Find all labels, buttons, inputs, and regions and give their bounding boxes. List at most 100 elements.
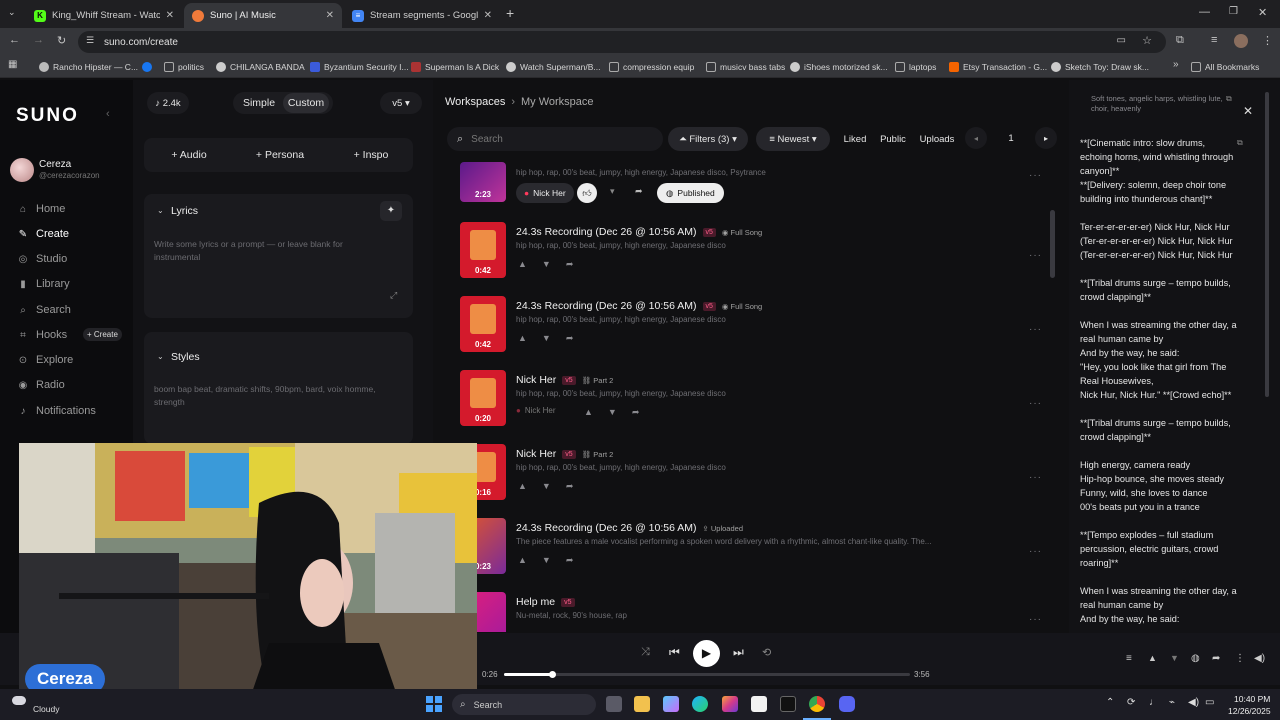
artist-chip[interactable]: ● Nick Her [516, 406, 556, 415]
amazon-icon[interactable] [751, 696, 767, 712]
song-title[interactable]: 24.3s Recording (Dec 26 @ 10:56 AM) [516, 522, 697, 534]
close-icon[interactable]: ✕ [326, 10, 334, 21]
thumbs-down-icon[interactable]: ▼ [1170, 653, 1179, 663]
window-close-icon[interactable]: ✕ [1258, 6, 1267, 19]
share-icon[interactable]: ➦ [1212, 653, 1220, 664]
star-icon[interactable]: ☆ [1142, 34, 1152, 47]
chevron-down-icon[interactable]: ⌄ [157, 206, 164, 215]
share-icon[interactable]: ➦ [566, 333, 574, 344]
song-cover[interactable]: 0:20 [460, 370, 506, 426]
bookmark[interactable]: iShoes motorized sk... [790, 59, 888, 75]
song-cover[interactable]: 0:42 [460, 222, 506, 278]
back-icon[interactable]: ← [9, 34, 20, 46]
network-icon[interactable]: ⌁ [1169, 697, 1175, 708]
sidebar-item-create[interactable]: ✎ Create [18, 228, 69, 240]
bookmark[interactable]: musicv bass tabs [706, 59, 785, 75]
comment-icon[interactable]: ◍ [1191, 653, 1200, 664]
avatar[interactable] [10, 158, 34, 182]
tray-overflow-icon[interactable]: ⌃ [1106, 697, 1114, 708]
song-row[interactable]: 0:42 24.3s Recording (Dec 26 @ 10:56 AM)… [460, 296, 1060, 370]
thumbs-up-icon[interactable]: ▲ [584, 407, 593, 418]
restore-icon[interactable]: ❐ [1229, 6, 1238, 17]
weather-text[interactable]: Cloudy [33, 704, 59, 714]
bookmark[interactable] [142, 59, 152, 75]
queue-icon[interactable]: ≡ [1126, 653, 1132, 664]
sidebar-item-notifications[interactable]: ♪ Notifications [18, 405, 96, 417]
all-bookmarks[interactable]: All Bookmarks [1191, 59, 1259, 75]
cast-icon[interactable]: ▭ [1117, 35, 1126, 46]
profile-avatar[interactable] [1234, 34, 1248, 48]
uploads-filter[interactable]: Uploads [916, 127, 958, 151]
song-title[interactable]: Help me [516, 596, 555, 608]
minimize-icon[interactable]: — [1199, 6, 1210, 18]
thumbs-up-icon[interactable]: ▲ [518, 481, 527, 492]
close-icon[interactable]: ✕ [1243, 104, 1253, 118]
windows-start-icon[interactable] [426, 696, 442, 712]
public-filter[interactable]: Public [875, 127, 911, 151]
search-input[interactable]: ⌕ Search [447, 127, 663, 151]
speaker-icon[interactable]: ◀) [1188, 697, 1199, 708]
progress-track[interactable] [504, 671, 910, 678]
filters-button[interactable]: ⏶ Filters (3) ▾ [668, 127, 748, 151]
thumbs-up-icon[interactable]: ▲ [518, 259, 527, 270]
instagram-icon[interactable] [722, 696, 738, 712]
share-icon[interactable]: ➦ [566, 481, 574, 492]
more-icon[interactable]: ··· [1029, 614, 1042, 625]
bookmark[interactable]: CHILANGA BANDA [216, 59, 305, 75]
published-badge[interactable]: ◍ Published [657, 183, 724, 203]
song-title[interactable]: 24.3s Recording (Dec 26 @ 10:56 AM) [516, 300, 697, 312]
song-cover[interactable]: 0:42 [460, 296, 506, 352]
share-icon[interactable]: ➦ [566, 259, 574, 270]
menu-icon[interactable]: ⋮ [1262, 34, 1273, 47]
new-tab-button[interactable]: + [506, 5, 514, 21]
bookmark[interactable]: Etsy Transaction - G... [949, 59, 1047, 75]
battery-icon[interactable]: ▭ [1205, 697, 1214, 708]
edge-icon[interactable] [692, 696, 708, 712]
discord-icon[interactable] [839, 696, 855, 712]
lyrics-scrollbar[interactable] [1265, 92, 1269, 397]
song-title[interactable]: Nick Her [516, 374, 556, 386]
add-inspo-button[interactable]: + Inspo [341, 145, 401, 165]
more-icon[interactable]: ··· [1029, 170, 1042, 181]
next-icon[interactable]: ⏭ [733, 645, 744, 660]
share-icon[interactable]: ➦ [566, 555, 574, 566]
extensions-icon[interactable]: ⧉ [1176, 34, 1184, 47]
song-row[interactable]: Help me v5 Nu-metal, rock, 90's house, ra… [460, 592, 1060, 632]
chrome-icon[interactable] [809, 696, 825, 712]
artist-chip[interactable]: ● Nick Her [516, 183, 574, 203]
tab-king-whiff[interactable]: K King_Whiff Stream - Watch Live ✕ [26, 3, 182, 28]
task-view-icon[interactable] [606, 696, 622, 712]
mode-simple-tab[interactable]: Simple [237, 93, 281, 113]
bookmark[interactable]: laptops [895, 59, 936, 75]
song-row[interactable]: 0:23 24.3s Recording (Dec 26 @ 10:56 AM)… [460, 518, 1060, 592]
bookmark[interactable]: compression equip [609, 59, 694, 75]
more-icon[interactable]: ··· [1029, 324, 1042, 335]
version-select[interactable]: v5 ▾ [380, 92, 422, 114]
thumbs-down-icon[interactable]: ▼ [542, 555, 551, 566]
song-row[interactable]: 0:16 Nick Her v5 ⛓ Part 2 hip hop, rap, 00… [460, 444, 1060, 518]
collapse-icon[interactable]: ‹ [106, 108, 110, 120]
sidebar-item-hooks[interactable]: ⌗ Hooks [18, 329, 67, 341]
more-icon[interactable]: ··· [1029, 546, 1042, 557]
crumb-workspaces[interactable]: Workspaces [445, 96, 505, 108]
song-row[interactable]: 2:23 hip hop, rap, 00's beat, jumpy, hig… [460, 162, 1060, 208]
clock-date[interactable]: 12/26/2025 [1228, 706, 1271, 716]
thumbs-up-icon[interactable]: ▲ [1148, 653, 1157, 663]
prev-page-button[interactable]: ◂ [965, 127, 987, 149]
song-title[interactable]: 24.3s Recording (Dec 26 @ 10:56 AM) [516, 226, 697, 238]
media-icon[interactable]: ≡ [1211, 34, 1217, 46]
song-row[interactable]: 0:20 Nick Her v5 ⛓ Part 2 hip hop, rap, 00… [460, 370, 1060, 444]
dislike-icon[interactable]: ▾ [610, 186, 615, 197]
sidebar-item-search[interactable]: ⌕ Search [18, 304, 71, 316]
play-button[interactable]: ▶ [693, 640, 720, 667]
lyrics-textarea[interactable]: Write some lyrics or a prompt — or leave… [154, 238, 364, 264]
share-icon[interactable]: ➦ [635, 186, 643, 197]
bookmark[interactable]: Byzantium Security I... [310, 59, 409, 75]
song-title[interactable]: Nick Her [516, 448, 556, 460]
bookmark[interactable]: Superman Is A Dick [411, 59, 499, 75]
overflow-icon[interactable]: » [1173, 59, 1179, 70]
copilot-icon[interactable] [663, 696, 679, 712]
apps-icon[interactable]: ▦ [8, 59, 17, 70]
styles-textarea[interactable]: boom bap beat, dramatic shifts, 90bpm, b… [154, 383, 394, 409]
bookmark[interactable]: Sketch Toy: Draw sk... [1051, 59, 1149, 75]
